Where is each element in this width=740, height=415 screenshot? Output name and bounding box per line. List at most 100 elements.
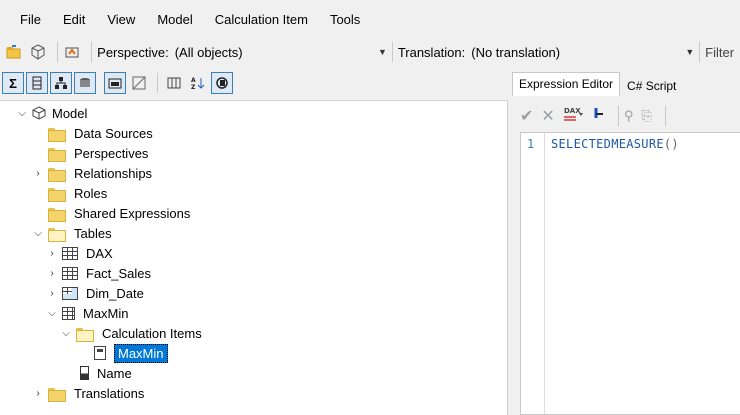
toolbar-separator [56, 42, 58, 62]
folder-icon [48, 127, 66, 142]
menu-file[interactable]: File [20, 12, 41, 27]
tree-node-maxmin-item[interactable]: MaxMin [94, 343, 168, 363]
calculated-table-icon [62, 286, 78, 300]
toolbar-separator [91, 42, 93, 62]
tab-expression-editor[interactable]: Expression Editor [512, 72, 621, 96]
perspective-dropdown[interactable]: (All objects) ▼ [175, 45, 387, 60]
tree-node-perspectives[interactable]: Perspectives [48, 143, 148, 163]
tree-label-translations: Translations [74, 385, 145, 401]
editor-pane: Expression Editor C# Script ✔ ✕ DAX ⚲ ⎘ … [508, 70, 740, 415]
svg-text:Z: Z [191, 84, 196, 90]
column-icon [80, 366, 89, 380]
toolbar-separator [664, 106, 666, 126]
chevron-right-icon[interactable]: › [32, 168, 44, 179]
open-folder-icon[interactable] [4, 41, 24, 63]
menu-view[interactable]: View [107, 12, 135, 27]
close-icon[interactable]: ✕ [541, 106, 554, 126]
menu-edit[interactable]: Edit [63, 12, 85, 27]
menu-model[interactable]: Model [157, 12, 192, 27]
main-toolbar: Perspective: (All objects) ▼ Translation… [0, 38, 740, 66]
show-columns-icon[interactable] [26, 72, 48, 94]
tree-node-relationships[interactable]: › Relationships [32, 163, 152, 183]
translation-dropdown[interactable]: (No translation) ▼ [471, 45, 694, 60]
dax-format-icon[interactable]: DAX [563, 106, 585, 127]
chevron-right-icon[interactable]: › [46, 248, 58, 259]
tree-label-model: Model [52, 105, 88, 121]
show-partitions-icon[interactable] [74, 72, 96, 94]
display-folders-icon[interactable] [104, 72, 126, 94]
tree-label-relationships: Relationships [74, 165, 153, 181]
tree-node-translations[interactable]: › Translations [32, 383, 144, 403]
check-icon[interactable]: ✔ [520, 106, 533, 126]
editor-toolbar: ✔ ✕ DAX ⚲ ⎘ [520, 104, 671, 128]
sort-alphabetical-icon[interactable]: AZ [187, 72, 209, 94]
table-icon [62, 246, 78, 260]
tree-node-data-sources[interactable]: Data Sources [48, 123, 153, 143]
deploy-icon[interactable] [62, 41, 82, 63]
chevron-right-icon[interactable]: › [32, 388, 44, 399]
tree-node-calculation-items[interactable]: ⌵ Calculation Items [60, 323, 202, 343]
tree-node-name-column[interactable]: Name [80, 363, 132, 383]
model-icon[interactable] [28, 41, 48, 63]
columns-view-icon[interactable] [163, 72, 185, 94]
line-number: 1 [527, 137, 535, 151]
show-measures-icon[interactable]: Σ [2, 72, 24, 94]
tree-label-maxmin-item: MaxMin [114, 343, 168, 363]
line-gutter: 1 [521, 133, 545, 414]
toolbar-separator [391, 42, 393, 62]
calculation-item-icon [94, 346, 106, 360]
folder-icon [48, 387, 66, 402]
chevron-right-icon[interactable]: › [46, 268, 58, 279]
tree-label-dax: DAX [86, 245, 113, 261]
tree-node-dax[interactable]: › DAX [46, 243, 113, 263]
folder-icon [48, 167, 66, 182]
perspective-label: Perspective: [97, 44, 169, 60]
code-editor[interactable]: 1 SELECTEDMEASURE() [520, 132, 740, 415]
tree-label-calculation-items: Calculation Items [102, 325, 202, 341]
chevron-down-icon[interactable]: ⌵ [32, 228, 44, 239]
toolbar-separator [699, 42, 701, 62]
chevron-down-icon[interactable]: ⌵ [16, 108, 28, 119]
tree-label-perspectives: Perspectives [74, 145, 149, 161]
cube-icon [32, 106, 46, 120]
show-hierarchies-icon[interactable] [50, 72, 72, 94]
open-folder-icon [48, 227, 66, 242]
chevron-right-icon[interactable]: › [46, 288, 58, 299]
tree-label-tables: Tables [74, 225, 112, 241]
tree-node-model[interactable]: ⌵ Model [16, 103, 87, 123]
tree-node-fact-sales[interactable]: › Fact_Sales [46, 263, 151, 283]
tree-label-roles: Roles [74, 185, 108, 201]
folder-icon [48, 187, 66, 202]
tree-label-data-sources: Data Sources [74, 125, 153, 141]
chevron-down-icon: ▼ [377, 47, 387, 57]
toolbar-separator [617, 106, 619, 126]
replace-icon[interactable]: ⎘ [641, 108, 651, 124]
tree-label-fact-sales: Fact_Sales [86, 265, 152, 281]
code-line[interactable]: SELECTEDMEASURE() [551, 137, 679, 151]
search-icon[interactable]: ⚲ [624, 108, 634, 124]
folder-icon [48, 147, 66, 162]
tree-node-roles[interactable]: Roles [48, 183, 107, 203]
code-function: SELECTEDMEASURE [551, 137, 664, 151]
tree-node-maxmin-table[interactable]: ⌵ MaxMin [46, 303, 128, 323]
pointer-icon[interactable] [593, 106, 605, 127]
show-hidden-icon[interactable] [128, 72, 150, 94]
tab-csharp-script[interactable]: C# Script [620, 74, 684, 96]
chevron-down-icon[interactable]: ⌵ [60, 328, 72, 339]
tree-label-shared-expressions: Shared Expressions [74, 205, 191, 221]
tree-node-tables[interactable]: ⌵ Tables [32, 223, 112, 243]
toolbar-separator [157, 73, 158, 93]
table-icon [62, 266, 78, 280]
menu-bar: File Edit View Model Calculation Item To… [0, 0, 740, 38]
tree-node-shared-expressions[interactable]: Shared Expressions [48, 203, 190, 223]
folder-icon [48, 207, 66, 222]
chevron-down-icon[interactable]: ⌵ [46, 308, 58, 319]
translation-view-icon[interactable] [211, 72, 233, 94]
tree-node-dim-date[interactable]: › Dim_Date [46, 283, 144, 303]
menu-calculation-item[interactable]: Calculation Item [215, 12, 308, 27]
filter-label[interactable]: Filter [705, 45, 734, 60]
tom-explorer-tree: ⌵ Model Data Sources Perspectives › Rela… [0, 100, 508, 415]
menu-tools[interactable]: Tools [330, 12, 360, 27]
open-folder-icon [76, 327, 94, 342]
tree-label-dim-date: Dim_Date [86, 285, 144, 301]
